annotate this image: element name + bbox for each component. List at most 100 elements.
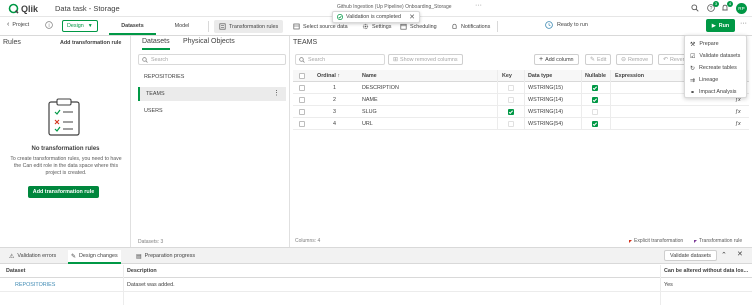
remove-button[interactable]: ⊖ Remove bbox=[616, 54, 654, 65]
divider bbox=[497, 21, 498, 32]
add-column-button[interactable]: + Add column bbox=[534, 54, 579, 65]
fx-icon[interactable]: ƒx bbox=[735, 121, 741, 127]
notifications-button[interactable]: Notifications bbox=[446, 20, 495, 33]
changes-dataset-link[interactable]: REPOSITORIES bbox=[15, 282, 55, 288]
rules-icon bbox=[219, 23, 226, 30]
columns-panel: TEAMS Search ⊞ Show removed columns + Ad… bbox=[291, 36, 752, 247]
more-icon[interactable]: ··· bbox=[475, 2, 482, 9]
header-name[interactable]: Name bbox=[362, 73, 377, 79]
table-row[interactable]: 2 NAME WSTRING(14) ƒx bbox=[293, 94, 749, 106]
column-divider bbox=[581, 70, 582, 130]
table-title: TEAMS bbox=[293, 39, 318, 46]
row-nullable-checkbox[interactable] bbox=[592, 108, 598, 115]
search-icon bbox=[142, 56, 148, 63]
kebab-menu-icon[interactable]: ⋮ bbox=[273, 87, 280, 101]
header-data-type[interactable]: Data type bbox=[528, 73, 552, 79]
breadcrumb[interactable]: Github Ingestion (Up Pipeline) Onboardin… bbox=[337, 4, 477, 10]
run-button[interactable]: ▶ Run bbox=[706, 19, 735, 32]
row-nullable-checkbox[interactable] bbox=[592, 120, 598, 127]
table-row[interactable]: 4 URL WSTRING(54) ƒx bbox=[293, 118, 749, 130]
dataset-item-label: USERS bbox=[144, 108, 163, 114]
avatar[interactable]: RP bbox=[736, 3, 747, 14]
grid-icon: ⊞ bbox=[393, 57, 399, 63]
pencil-icon: ✎ bbox=[71, 253, 77, 260]
header-dataset: Dataset bbox=[6, 268, 26, 274]
legend-explicit: Explicit transformation bbox=[629, 238, 683, 244]
tab-model[interactable]: Model bbox=[162, 17, 202, 35]
header-nullable[interactable]: Nullable bbox=[585, 73, 606, 79]
changes-row: REPOSITORIES Dataset was added. Yes bbox=[0, 279, 752, 292]
dataset-item-teams[interactable]: TEAMS ⋮ bbox=[138, 87, 286, 101]
show-removed-columns-button[interactable]: ⊞ Show removed columns bbox=[388, 54, 463, 65]
dataset-item-users[interactable]: USERS bbox=[138, 104, 286, 118]
add-rule-link[interactable]: Add transformation rule bbox=[60, 40, 121, 46]
tab-label: Design changes bbox=[79, 253, 118, 259]
validate-datasets-button[interactable]: Validate datasets bbox=[664, 250, 717, 261]
row-key-checkbox[interactable] bbox=[508, 108, 514, 115]
search-placeholder: Search bbox=[151, 56, 169, 63]
empty-state-text: To create transformation rules, you need… bbox=[10, 156, 122, 176]
empty-state-title: No transformation rules bbox=[31, 146, 100, 152]
tab-validation-errors[interactable]: ⚠ Validation errors bbox=[6, 250, 59, 262]
chevron-up-icon[interactable]: ⌃ bbox=[721, 251, 727, 259]
tab-datasets-list[interactable]: Datasets bbox=[142, 38, 170, 50]
progress-icon: ▤ bbox=[136, 253, 142, 260]
tab-design-changes[interactable]: ✎ Design changes bbox=[68, 250, 121, 264]
row-data-type: WSTRING(14) bbox=[528, 108, 564, 115]
header-expression[interactable]: Expression bbox=[615, 73, 644, 79]
header-ordinal[interactable]: Ordinal ↑ bbox=[317, 73, 340, 79]
row-nullable-checkbox[interactable] bbox=[592, 96, 598, 103]
menu-item-prepare[interactable]: ⚒ Prepare bbox=[685, 38, 746, 50]
dataset-search-input[interactable]: Search bbox=[138, 54, 286, 65]
dataset-item-label: REPOSITORIES bbox=[144, 74, 185, 80]
columns-table: Ordinal ↑ Name Key Data type Nullable Ex… bbox=[293, 70, 749, 130]
design-dropdown[interactable]: Design ▼ bbox=[62, 20, 98, 32]
row-ordinal: 3 bbox=[333, 108, 336, 115]
transformation-rules-label: Transformation rules bbox=[229, 23, 279, 30]
menu-item-impact-analysis[interactable]: ⚭ Impact Analysis bbox=[685, 86, 746, 98]
clock-icon bbox=[545, 21, 553, 29]
menu-item-recreate-tables[interactable]: ↻ Recreate tables bbox=[685, 62, 746, 74]
menu-item-lineage[interactable]: ⇉ Lineage bbox=[685, 74, 746, 86]
add-transformation-rule-button[interactable]: Add transformation rule bbox=[28, 186, 99, 198]
close-panel-icon[interactable]: ✕ bbox=[737, 250, 743, 258]
menu-item-validate-datasets[interactable]: ☑ Validate datasets bbox=[685, 50, 746, 62]
row-checkbox[interactable] bbox=[299, 108, 305, 115]
search-icon[interactable] bbox=[691, 4, 699, 12]
row-ordinal: 4 bbox=[333, 120, 336, 127]
tab-preparation-progress[interactable]: ▤ Preparation progress bbox=[133, 250, 198, 262]
row-key-checkbox[interactable] bbox=[508, 120, 514, 127]
info-icon[interactable]: i bbox=[45, 21, 53, 29]
sort-arrow-icon: ↑ bbox=[337, 72, 341, 79]
menu-item-label: Prepare bbox=[699, 41, 719, 47]
row-checkbox[interactable] bbox=[299, 84, 305, 91]
app-title: Data task - Storage bbox=[55, 4, 120, 13]
column-search-input[interactable]: Search bbox=[295, 54, 385, 65]
dataset-item-repositories[interactable]: REPOSITORIES bbox=[138, 70, 286, 84]
more-actions-icon[interactable]: ··· bbox=[740, 20, 747, 27]
divider bbox=[208, 21, 209, 32]
fx-icon[interactable]: ƒx bbox=[735, 109, 741, 115]
header-key[interactable]: Key bbox=[502, 73, 512, 79]
row-name: URL bbox=[362, 120, 373, 127]
header-label: Ordinal bbox=[317, 72, 336, 79]
dataset-count: Datasets: 3 bbox=[138, 239, 164, 245]
table-row[interactable]: 3 SLUG WSTRING(14) ƒx bbox=[293, 106, 749, 118]
search-icon bbox=[299, 56, 305, 63]
row-key-checkbox[interactable] bbox=[508, 84, 514, 91]
row-key-checkbox[interactable] bbox=[508, 96, 514, 103]
close-icon[interactable]: ✕ bbox=[409, 13, 415, 21]
dataset-item-label: TEAMS bbox=[146, 91, 165, 97]
notification-badge: 4 bbox=[727, 1, 733, 7]
table-row[interactable]: 1DESCRIPTIONWSTRING(15)ƒx bbox=[293, 82, 749, 94]
row-nullable-checkbox[interactable] bbox=[592, 84, 598, 91]
back-to-project[interactable]: ‹ Project bbox=[7, 21, 29, 28]
select-all-checkbox[interactable] bbox=[299, 72, 305, 79]
edit-button[interactable]: ✎ Edit bbox=[585, 54, 612, 65]
scheduling-label: Scheduling bbox=[410, 23, 437, 30]
row-checkbox[interactable] bbox=[299, 120, 305, 127]
tab-datasets[interactable]: Datasets bbox=[109, 17, 156, 35]
row-checkbox[interactable] bbox=[299, 96, 305, 103]
tab-physical-objects[interactable]: Physical Objects bbox=[183, 38, 235, 50]
transformation-rules-button[interactable]: Transformation rules bbox=[214, 20, 284, 33]
